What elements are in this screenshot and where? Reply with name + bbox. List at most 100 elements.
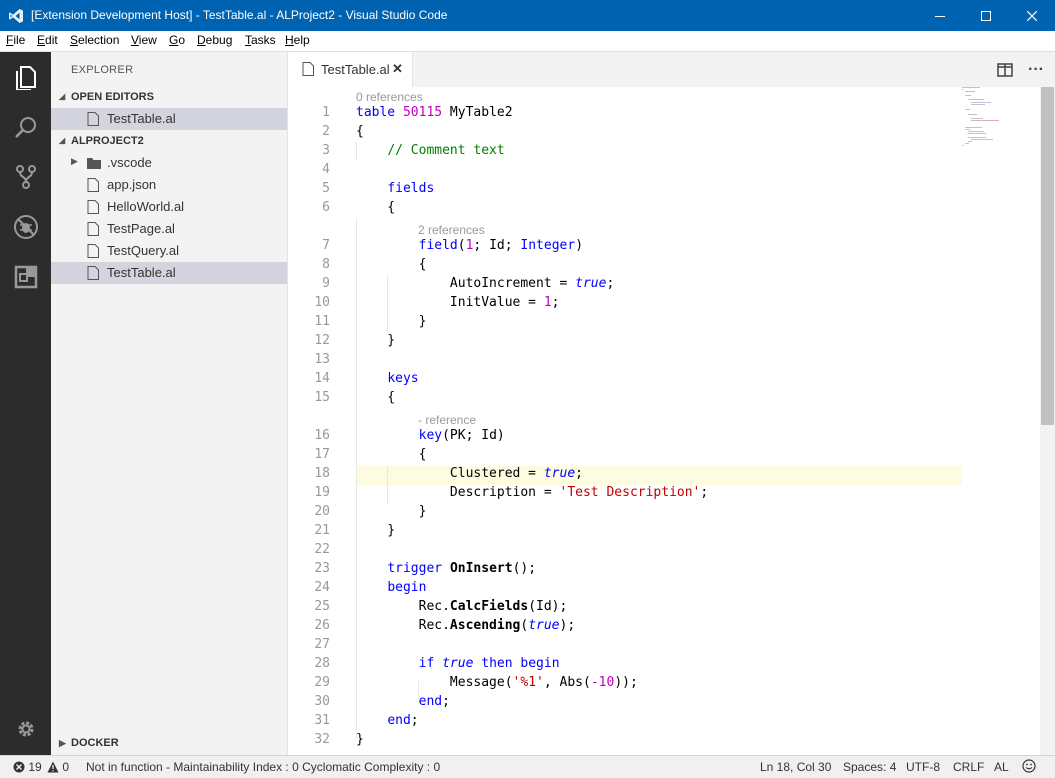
code-lens-references[interactable]: 0 references — [356, 90, 423, 104]
close-icon — [1027, 10, 1037, 21]
code-line: 5 fields — [322, 181, 435, 196]
minimize-button[interactable] — [917, 0, 963, 31]
code-line: 32} — [314, 732, 364, 747]
minimap[interactable] — [960, 87, 1040, 157]
problems-indicator[interactable]: 19 0 — [13, 760, 69, 774]
source-control-icon — [15, 165, 36, 189]
menu-edit[interactable]: Edit — [37, 33, 58, 47]
explorer-sidebar: EXPLORER ◢ OPEN EDITORS TestTable.al ◢ A… — [51, 52, 287, 755]
menu-help[interactable]: Help — [285, 33, 310, 47]
file-icon — [87, 112, 99, 126]
code-editor[interactable]: 0 references 2 references - reference 1t… — [288, 87, 1040, 755]
code-line: 29 Message('%1', Abs(-10)); — [314, 675, 638, 690]
activity-search[interactable] — [0, 102, 51, 152]
close-tab-icon[interactable]: ✕ — [392, 61, 403, 77]
open-editor-item[interactable]: TestTable.al — [51, 108, 287, 130]
maximize-icon — [981, 10, 991, 21]
file-icon — [87, 266, 99, 280]
code-line: 19 Description = 'Test Description'; — [314, 485, 709, 500]
folder-icon — [87, 158, 101, 169]
section-docker[interactable]: ▶ DOCKER — [51, 732, 287, 754]
tab-testtable[interactable]: TestTable.al ✕ — [288, 52, 413, 87]
cursor-position[interactable]: Ln 18, Col 30 — [760, 760, 831, 774]
code-line: 26 Rec.Ascending(true); — [314, 618, 576, 633]
activity-extensions[interactable] — [0, 252, 51, 302]
encoding-status[interactable]: UTF-8 — [906, 760, 940, 774]
editor-scrollbar[interactable] — [1040, 87, 1055, 755]
file-icon — [302, 62, 314, 76]
indentation-status[interactable]: Spaces: 4 — [843, 760, 896, 774]
code-line: 15 { — [314, 390, 396, 405]
code-line: 20 } — [314, 504, 427, 519]
activity-explorer[interactable] — [0, 52, 51, 102]
code-line: 13 — [314, 352, 330, 367]
file-item[interactable]: TestQuery.al — [51, 240, 287, 262]
code-line: 28 if true then begin — [314, 656, 560, 671]
code-line: 22 — [314, 542, 330, 557]
code-line: 8 { — [322, 257, 427, 272]
more-actions-button[interactable]: ··· — [1026, 60, 1046, 80]
tab-bar: TestTable.al ✕ ··· — [288, 52, 1055, 87]
code-line: 1 table 50115 MyTable2 — [322, 105, 513, 120]
error-icon — [13, 761, 25, 773]
menu-selection[interactable]: Selection — [70, 33, 119, 47]
activity-bar — [0, 52, 51, 755]
code-line: 14 keys — [314, 371, 419, 386]
search-icon — [14, 117, 36, 138]
extensions-icon — [14, 265, 37, 289]
code-metrics-status[interactable]: Not in function - Maintainability Index … — [86, 760, 440, 774]
chevron-down-icon: ◢ — [59, 92, 66, 101]
code-line: 24 begin — [314, 580, 427, 595]
code-line: 21 } — [314, 523, 396, 538]
code-line: 7 field(1; Id; Integer) — [322, 238, 584, 253]
chevron-down-icon: ◢ — [59, 136, 66, 145]
eol-status[interactable]: CRLF — [953, 760, 984, 774]
menu-view[interactable]: View — [131, 33, 157, 47]
activity-debug[interactable] — [0, 202, 51, 252]
split-editor-button[interactable] — [995, 60, 1015, 80]
code-lens-references[interactable]: 2 references — [418, 223, 485, 237]
scrollbar-thumb[interactable] — [1041, 87, 1054, 425]
menu-tasks[interactable]: Tasks — [245, 33, 276, 47]
code-line: 25 Rec.CalcFields(Id); — [314, 599, 568, 614]
feedback-button[interactable] — [1022, 759, 1036, 776]
section-project[interactable]: ◢ ALPROJECT2 — [51, 130, 287, 152]
activity-source-control[interactable] — [0, 152, 51, 202]
status-bar: 19 0 Not in function - Maintainability I… — [0, 755, 1055, 778]
menu-go[interactable]: Go — [169, 33, 185, 47]
folder-vscode[interactable]: ▶ .vscode — [51, 152, 287, 174]
error-count: 19 — [28, 760, 42, 774]
menu-file[interactable]: File — [6, 33, 25, 47]
chevron-right-icon: ▶ — [59, 738, 66, 748]
code-line: 16 key(PK; Id) — [314, 428, 505, 443]
file-item[interactable]: HelloWorld.al — [51, 196, 287, 218]
file-icon — [87, 200, 99, 214]
activity-manage[interactable] — [0, 704, 51, 754]
menu-bar: File Edit Selection View Go Debug Tasks … — [0, 31, 1055, 52]
file-item[interactable]: app.json — [51, 174, 287, 196]
warning-icon — [47, 761, 59, 773]
minimize-icon — [935, 15, 945, 17]
code-line: 4 — [322, 162, 330, 177]
code-line: 27 — [314, 637, 330, 652]
maximize-button[interactable] — [963, 0, 1009, 31]
title-bar: [Extension Development Host] - TestTable… — [0, 0, 1055, 31]
smiley-icon — [1022, 759, 1036, 773]
explorer-icon — [15, 66, 36, 90]
section-open-editors[interactable]: ◢ OPEN EDITORS — [51, 86, 287, 108]
language-mode[interactable]: AL — [994, 760, 1009, 774]
gear-icon — [18, 721, 33, 737]
sidebar-title: EXPLORER — [71, 64, 134, 76]
chevron-right-icon: ▶ — [71, 156, 78, 166]
file-icon — [87, 244, 99, 258]
file-item[interactable]: TestPage.al — [51, 218, 287, 240]
close-window-button[interactable] — [1009, 0, 1055, 31]
code-lens-references[interactable]: - reference — [418, 413, 476, 427]
code-line: 10 InitValue = 1; — [314, 295, 560, 310]
code-line: 6 { — [322, 200, 396, 215]
code-line: 30 end; — [314, 694, 450, 709]
file-icon — [87, 222, 99, 236]
code-line: 2{ — [322, 124, 364, 139]
file-item-selected[interactable]: TestTable.al — [51, 262, 287, 284]
menu-debug[interactable]: Debug — [197, 33, 232, 47]
